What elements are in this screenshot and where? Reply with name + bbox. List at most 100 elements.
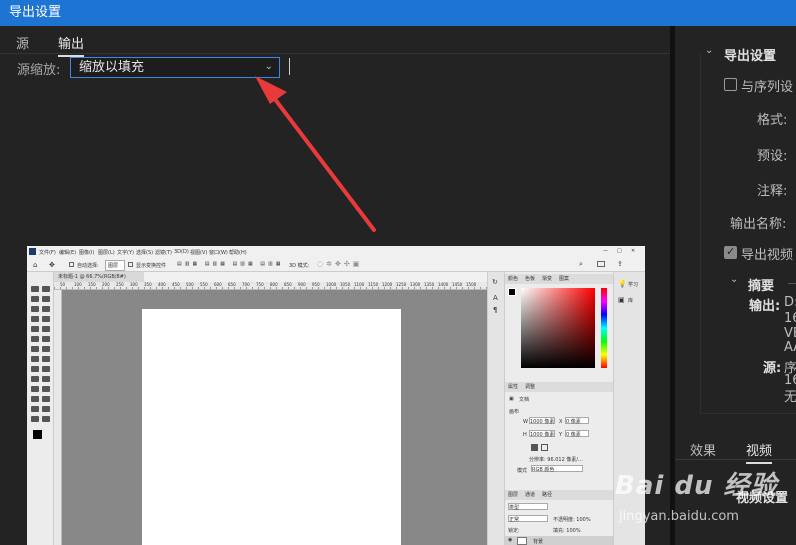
height-field: 1000 像素: [529, 430, 555, 438]
ruler-number: 1300: [410, 282, 421, 287]
preview-panels: 颜色 色板 渐变 图案 属性 调整 ▣ 文档 画布 W 1000 像素 X 0 …: [505, 272, 613, 545]
tool-icon: [42, 326, 50, 332]
watermark-brand: Bai du 经验: [615, 471, 778, 501]
learn-label: 学习: [628, 282, 639, 288]
match-sequence-checkbox[interactable]: [724, 78, 737, 91]
output-preview: 文件(F) 编辑(E) 图像(I) 图层(L) 文字(Y) 选择(S) 滤镜(T…: [27, 246, 645, 545]
preview-document-tab: 未标题-1 @ 66.7%(RGB/8#): [54, 272, 144, 282]
export-video-checkbox[interactable]: [724, 245, 737, 259]
tool-icon: [42, 296, 50, 302]
tool-icon: [42, 316, 50, 322]
chevron-down-icon[interactable]: ⌄: [730, 274, 738, 285]
ruler-number: 1250: [396, 282, 407, 287]
preview-toolbar: [27, 272, 54, 545]
tool-icon: [31, 306, 39, 312]
ruler-number: 1450: [452, 282, 463, 287]
libraries-label: 库: [628, 298, 634, 304]
ruler-number: 650: [228, 282, 236, 287]
foreground-swatch: [508, 288, 516, 296]
preview-menu-item: 编辑(E): [59, 250, 77, 256]
source-scale-dropdown[interactable]: 缩放以填充 ⌄: [70, 57, 280, 78]
opacity-label: 不透明度: 100%: [553, 517, 591, 523]
canvas-section-label: 画布: [509, 409, 520, 415]
tool-icon: [31, 336, 39, 342]
tool-icon: [42, 396, 50, 402]
tab-output[interactable]: 输出: [58, 33, 85, 57]
ruler-number: 500: [186, 282, 194, 287]
preview-ruler-horizontal: 50 100 150 200 250 300 350 400 450 500 550 600 650 70…: [54, 282, 487, 290]
ruler-number: 700: [242, 282, 250, 287]
swatches-tab: 色板: [525, 276, 536, 282]
layer-kind-filter: 类型: [508, 503, 548, 511]
tab-bar: 源 输出: [0, 26, 670, 57]
preview-menu-item: 图像(I): [79, 250, 95, 256]
ruler-number: 900: [298, 282, 306, 287]
search-icon: ⌕: [579, 260, 583, 268]
ruler-number: 200: [102, 282, 110, 287]
close-icon: ✕: [631, 248, 636, 254]
ruler-number: 50: [60, 282, 66, 287]
output-label: 输出:: [749, 299, 781, 314]
preview-menu-item: 滤镜(T): [155, 250, 172, 256]
color-tab: 颜色: [508, 276, 519, 282]
checkbox-icon: [69, 262, 74, 267]
ruler-number: 750: [256, 282, 264, 287]
y-label: Y: [559, 432, 563, 438]
source-scale-value: 缩放以填充: [79, 60, 145, 75]
libraries-icon: ▣: [618, 296, 625, 304]
tool-icon: [31, 356, 39, 362]
move-tool-icon: ✥: [49, 261, 55, 269]
layer-name: 背景: [533, 539, 544, 545]
adjustments-tab: 调整: [525, 384, 536, 390]
x-field: 0 像素: [565, 417, 589, 425]
tool-icon: [31, 386, 39, 392]
source-line: 无: [784, 390, 796, 405]
preview-menu-item: 图层(L): [98, 250, 115, 256]
tab-source[interactable]: 源: [16, 33, 29, 52]
preview-options-bar: ⌂ ✥ 自动选择: 图层 显示变换控件 ▤▥▦ ▤▥▦ ▤▥▦ ▤▥▦ 3D 模…: [27, 258, 645, 272]
width-field: 1000 像素: [529, 417, 555, 425]
tool-icon: [42, 366, 50, 372]
layers-tab: 图层: [508, 492, 519, 498]
tool-icon: [31, 346, 39, 352]
gradient-tab: 渐变: [542, 276, 553, 282]
doc-icon: ▣: [509, 396, 514, 402]
source-label: 源:: [763, 361, 782, 376]
ruler-number: 950: [312, 282, 320, 287]
ruler-number: 600: [214, 282, 222, 287]
baidu-watermark: Bai du 经验 jingyan.baidu.com: [605, 455, 796, 545]
share-icon: ⇪: [617, 260, 623, 268]
preview-menu-bar: 文件(F) 编辑(E) 图像(I) 图层(L) 文字(Y) 选择(S) 滤镜(T…: [27, 246, 645, 257]
workspace-icon: [597, 261, 605, 267]
photoshop-logo-icon: [29, 248, 36, 255]
paths-tab: 路径: [542, 492, 553, 498]
fill-label: 填充: 100%: [553, 528, 581, 534]
lock-label: 锁定:: [508, 528, 520, 534]
summary-rule: [788, 283, 796, 284]
color-picker-field: [521, 288, 595, 368]
layer-select: 图层: [105, 260, 126, 271]
foreground-color-icon: [33, 430, 42, 439]
hue-slider: [601, 288, 607, 368]
tool-icon: [31, 416, 39, 422]
minimize-icon: —: [603, 248, 608, 254]
eye-icon: ◉: [508, 537, 513, 543]
tool-icon: [31, 286, 39, 292]
chevron-down-icon[interactable]: ⌄: [705, 45, 713, 56]
tool-icon: [31, 406, 39, 412]
ruler-number: 300: [130, 282, 138, 287]
ruler-number: 800: [270, 282, 278, 287]
ruler-number: 100: [74, 282, 82, 287]
ruler-number: 450: [172, 282, 180, 287]
3d-tools-icons: ◌✲✥✣▣: [317, 260, 363, 268]
tool-icon: [31, 296, 39, 302]
preview-menu-item: 窗口(W): [209, 250, 228, 256]
pattern-tab: 图案: [559, 276, 570, 282]
ruler-number: 350: [144, 282, 152, 287]
export-settings-title: 导出设置: [724, 49, 777, 64]
color-panel-tabs: 颜色 色板 渐变 图案: [505, 274, 613, 284]
summary-title: 摘要: [748, 279, 775, 294]
orientation-icon: [541, 444, 548, 451]
properties-tab: 属性: [508, 384, 519, 390]
arrow-shaft: [266, 88, 376, 232]
